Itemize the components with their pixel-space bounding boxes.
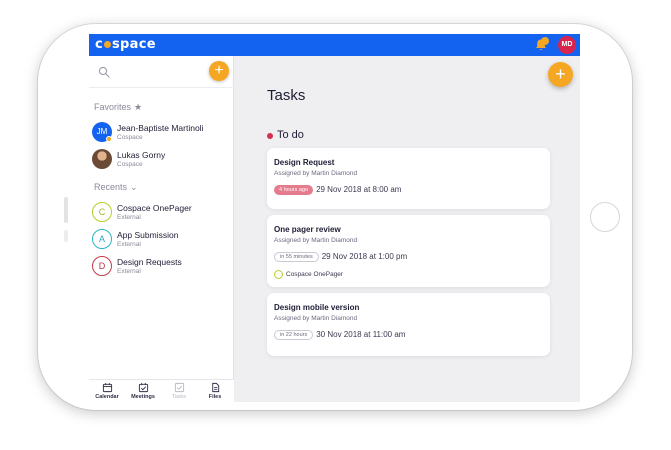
add-task-button[interactable]: + (548, 62, 573, 87)
sidebar-add-button[interactable]: + (209, 61, 229, 81)
nav-label: Meetings (131, 394, 155, 400)
search-icon[interactable] (98, 66, 110, 78)
space-name: Design Requests (117, 257, 182, 267)
space-name: Cospace OnePager (117, 203, 192, 213)
due-badge: in 55 minutes (274, 251, 319, 262)
presence-dot (106, 136, 112, 142)
space-name: App Submission (117, 230, 179, 240)
page-title: Tasks (267, 87, 306, 104)
task-due-row: in 22 hours 30 Nov 2018 at 11:00 am (274, 326, 406, 340)
task-card[interactable]: Design Request Assigned by Martin Diamon… (267, 148, 550, 209)
nav-files[interactable]: Files (197, 382, 233, 400)
recent-space-item[interactable]: C Cospace OnePager External (92, 202, 232, 226)
recent-space-item[interactable]: D Design Requests External (92, 256, 232, 280)
recents-header[interactable]: Recents ⌄ (94, 182, 138, 193)
sidebar: + Favorites ★ JM Jean-Baptiste Martinoli … (89, 56, 234, 402)
space-type: External (117, 241, 141, 248)
task-title: Design mobile version (274, 303, 360, 312)
contact-org: Cospace (117, 134, 143, 141)
todo-status-dot (267, 133, 273, 139)
meetings-icon (138, 383, 148, 393)
calendar-icon (102, 383, 112, 393)
due-badge: 4 hours ago (274, 184, 314, 195)
space-initial-icon: D (92, 256, 112, 276)
nav-tasks[interactable]: Tasks (161, 382, 197, 400)
nav-label: Tasks (171, 394, 187, 400)
star-icon: ★ (134, 102, 143, 112)
task-group-label: To do (277, 129, 304, 141)
favorite-contact-item[interactable]: JM Jean-Baptiste Martinoli Cospace (92, 122, 232, 146)
task-card[interactable]: Design mobile version Assigned by Martin… (267, 293, 550, 356)
logo-word-space: space (112, 37, 156, 52)
due-date: 30 Nov 2018 at 11:00 am (316, 330, 406, 340)
nav-calendar[interactable]: Calendar (89, 382, 125, 400)
home-button[interactable] (590, 202, 620, 232)
space-type: External (117, 268, 141, 275)
recents-label: Recents (94, 182, 128, 192)
notification-badge (541, 37, 549, 45)
task-assigned-by: Assigned by Martin Diamond (274, 315, 358, 322)
due-date: 29 Nov 2018 at 1:00 pm (321, 252, 408, 262)
chevron-down-icon: ⌄ (130, 182, 138, 192)
bottom-nav: Calendar Meetings Tasks Files (89, 379, 234, 402)
due-badge: in 22 hours (274, 329, 314, 340)
top-bar: c space MD (89, 34, 580, 56)
files-icon (211, 382, 219, 393)
tasks-icon (174, 382, 184, 393)
space-circle-icon (274, 270, 283, 280)
logo-dot (104, 40, 112, 48)
contact-name: Jean-Baptiste Martinoli (117, 123, 204, 133)
task-due-row: in 55 minutes 29 Nov 2018 at 1:00 pm (274, 248, 408, 262)
due-date: 29 Nov 2018 at 8:00 am (316, 185, 402, 195)
device-side-dot (64, 230, 68, 242)
app-screen: c space MD + Favorites ★ JM Jean-Baptist… (89, 34, 580, 402)
space-type: External (117, 214, 141, 221)
sidebar-divider (89, 87, 234, 88)
contact-photo-avatar (92, 149, 112, 169)
cospace-logo[interactable]: c space (95, 37, 156, 53)
recent-space-item[interactable]: A App Submission External (92, 229, 232, 253)
user-avatar[interactable]: MD (558, 36, 576, 54)
device-side-slot (64, 197, 68, 223)
favorite-contact-item[interactable]: Lukas Gorny Cospace (92, 149, 232, 173)
contact-name: Lukas Gorny (117, 150, 166, 160)
logo-letter-c: c (95, 37, 104, 52)
nav-meetings[interactable]: Meetings (125, 382, 161, 400)
task-due-row: 4 hours ago 29 Nov 2018 at 8:00 am (274, 181, 402, 195)
favorites-header[interactable]: Favorites ★ (94, 102, 142, 113)
favorites-label: Favorites (94, 102, 132, 112)
nav-label: Files (208, 394, 222, 400)
stage: c space MD + Favorites ★ JM Jean-Baptist… (0, 0, 671, 450)
contact-org: Cospace (117, 161, 143, 168)
task-space-link[interactable]: Cospace OnePager (274, 266, 344, 280)
task-assigned-by: Assigned by Martin Diamond (274, 237, 358, 244)
task-card[interactable]: One pager review Assigned by Martin Diam… (267, 215, 550, 287)
task-title: One pager review (274, 225, 341, 234)
space-initial-icon: C (92, 202, 112, 222)
task-space-name: Cospace OnePager (286, 271, 344, 279)
space-initial-icon: A (92, 229, 112, 249)
task-assigned-by: Assigned by Martin Diamond (274, 170, 358, 177)
task-title: Design Request (274, 158, 335, 167)
nav-label: Calendar (95, 394, 119, 400)
